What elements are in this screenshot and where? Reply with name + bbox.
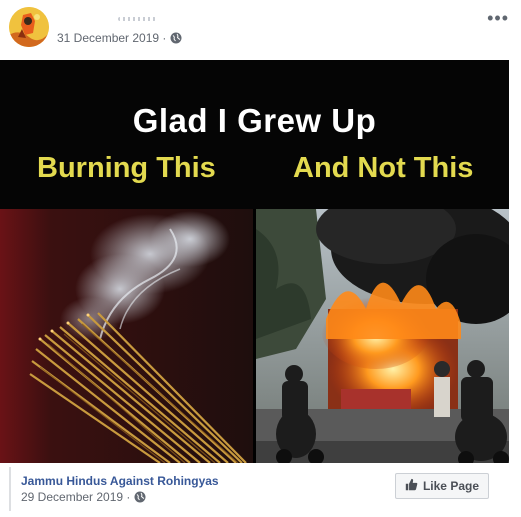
- post-header: 31 December 2019 · •••: [0, 0, 521, 58]
- incense-photo: [0, 209, 253, 463]
- more-options-icon[interactable]: •••: [487, 8, 509, 29]
- thumbs-up-icon: [405, 478, 418, 494]
- meme-line-2-left: Burning This: [37, 152, 216, 184]
- shared-page-name[interactable]: Jammu Hindus Against Rohingyas: [21, 474, 219, 488]
- meme-caption: Glad I Grew Up Burning This And Not This: [0, 60, 509, 209]
- like-page-button[interactable]: Like Page: [394, 473, 489, 499]
- burning-bus-photo: [256, 194, 509, 463]
- shared-post-date[interactable]: 29 December 2019 ·: [21, 490, 130, 504]
- meme-line-1: Glad I Grew Up: [132, 102, 377, 139]
- globe-icon: [134, 491, 146, 503]
- post-card: 31 December 2019 · ••• Glad I Grew Up Bu…: [0, 0, 521, 517]
- shared-post-meta: 29 December 2019 ·: [21, 490, 146, 504]
- post-date[interactable]: 31 December 2019 ·: [57, 31, 166, 45]
- like-page-label: Like Page: [422, 479, 479, 493]
- shared-post-footer: Jammu Hindus Against Rohingyas 29 Decemb…: [9, 467, 514, 511]
- globe-icon: [170, 32, 182, 44]
- avatar[interactable]: [9, 7, 49, 47]
- post-meta: 31 December 2019 ·: [57, 31, 182, 45]
- meme-line-2-right: And Not This: [293, 152, 474, 184]
- author-name-redacted: [118, 17, 156, 21]
- post-image[interactable]: Glad I Grew Up Burning This And Not This: [0, 60, 509, 463]
